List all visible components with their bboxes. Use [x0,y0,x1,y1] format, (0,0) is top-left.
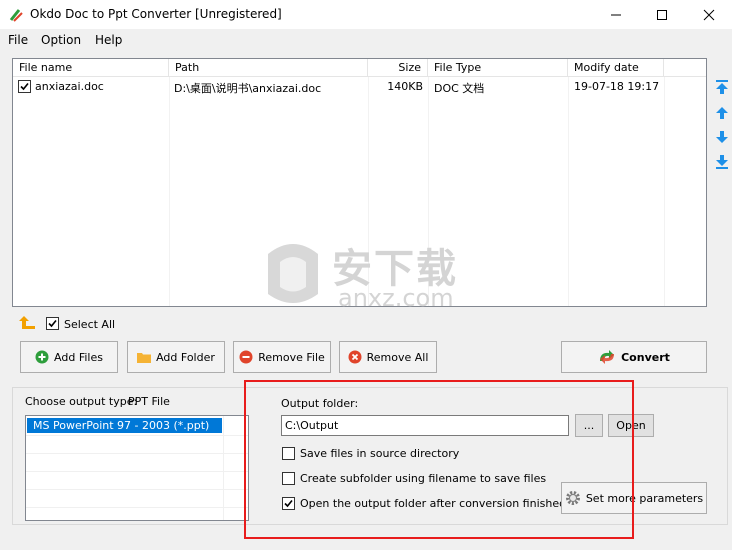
close-button[interactable] [686,0,732,30]
file-list-header: File name Path Size File Type Modify dat… [13,59,706,77]
output-type-list[interactable]: MS PowerPoint 97 - 2003 (*.ppt) [25,415,249,521]
add-folder-button[interactable]: Add Folder [127,341,225,373]
up-folder-icon[interactable] [18,316,36,330]
checkmark-icon [20,82,29,91]
grid-line [26,489,248,490]
menu-file[interactable]: File [8,33,28,47]
convert-label: Convert [621,350,670,364]
shield-icon [268,244,318,303]
output-type-value: PPT File [128,395,170,408]
maximize-button[interactable] [639,0,685,30]
table-row[interactable]: anxiazai.doc D:\桌面\说明书\anxiazai.doc 140K… [13,78,706,96]
remove-file-label: Remove File [258,350,325,364]
cell-path: D:\桌面\说明书\anxiazai.doc [174,82,322,95]
column-size[interactable]: Size [368,59,428,77]
output-type-label: Choose output type: [25,395,138,408]
grid-line [568,77,569,306]
menu-bar: File Option Help [0,30,732,50]
grid-line [169,77,170,306]
convert-button[interactable]: Convert [561,341,707,373]
add-folder-label: Add Folder [156,350,215,364]
cell-file-name: anxiazai.doc [35,80,104,93]
checkmark-icon [48,319,57,328]
watermark: 安下载 anxz.com [258,232,498,322]
watermark-en: anxz.com [338,284,454,312]
grid-line [26,453,248,454]
app-icon [9,9,23,22]
grid-line [26,507,248,508]
column-file-name[interactable]: File name [13,59,169,77]
move-bottom-icon[interactable] [715,154,729,170]
minimize-button[interactable] [593,0,639,30]
menu-option[interactable]: Option [41,33,81,47]
remove-all-button[interactable]: Remove All [339,341,437,373]
folder-icon [137,353,152,363]
select-all-checkbox[interactable] [46,317,59,330]
highlight-box [244,380,634,539]
close-icon [703,9,715,21]
window-title: Okdo Doc to Ppt Converter [Unregistered] [30,7,282,21]
column-modify-date[interactable]: Modify date [568,59,664,77]
grid-line [223,416,224,520]
minimize-icon [611,14,621,16]
remove-file-button[interactable]: Remove File [233,341,331,373]
cell-size: 140KB [387,80,423,93]
column-file-type[interactable]: File Type [428,59,568,77]
grid-line [664,77,665,306]
minus-icon [239,350,253,364]
maximize-icon [657,10,667,20]
move-down-icon[interactable] [715,129,729,145]
column-path[interactable]: Path [169,59,368,77]
remove-all-label: Remove All [366,350,429,364]
row-checkbox[interactable] [18,80,31,93]
cell-file-type: DOC 文档 [434,82,485,95]
add-files-button[interactable]: Add Files [20,341,118,373]
convert-icon [600,350,615,364]
remove-all-icon [348,350,362,364]
output-type-option[interactable]: MS PowerPoint 97 - 2003 (*.ppt) [27,418,222,433]
plus-icon [35,350,49,364]
add-files-label: Add Files [54,350,103,364]
title-bar: Okdo Doc to Ppt Converter [Unregistered] [0,0,732,30]
move-up-icon[interactable] [715,105,729,121]
cell-modify-date: 19-07-18 19:17 [574,80,660,93]
grid-line [26,471,248,472]
select-all-label: Select All [64,318,116,331]
move-top-icon[interactable] [715,79,729,95]
grid-line [26,435,248,436]
menu-help[interactable]: Help [95,33,122,47]
